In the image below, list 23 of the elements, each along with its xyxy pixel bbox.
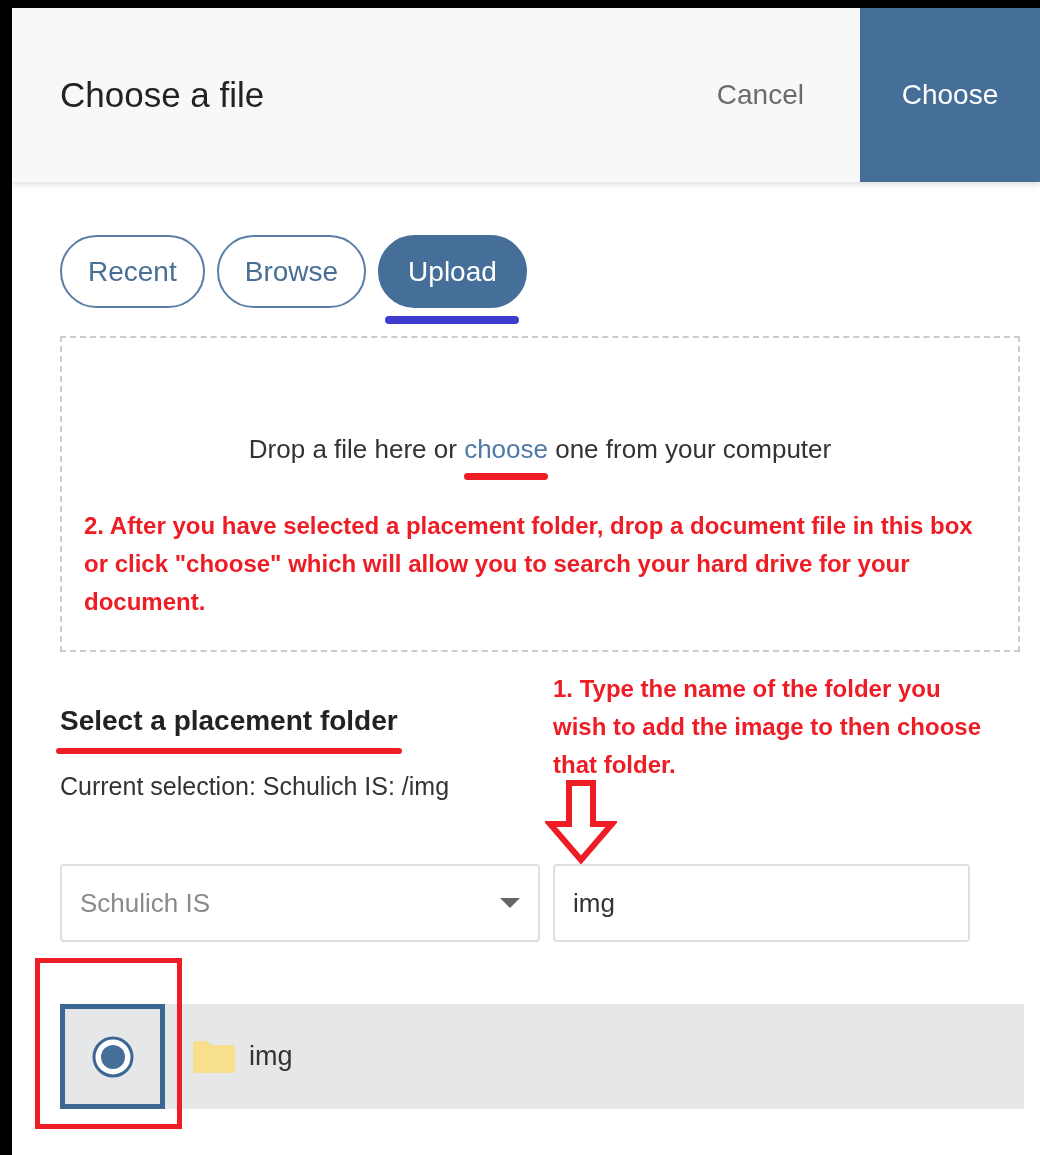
drop-instruction: Drop a file here or choose one from your computer [248,430,832,469]
down-arrow-icon [545,780,617,864]
folder-row[interactable]: img [60,1004,1024,1109]
tab[interactable]: Browse [216,235,367,308]
repository-select[interactable]: Schulich IS [60,864,540,942]
choose-button[interactable]: Choose [860,8,1040,182]
radio-button[interactable] [90,1034,135,1079]
select-value: Schulich IS [80,886,212,920]
folder-icon [193,1040,235,1073]
choose-link[interactable]: choose [464,434,548,464]
dialog-title: Choose a file [59,73,266,116]
tab[interactable]: Upload [378,235,527,308]
current-selection: Current selection: Schulich IS: /img [60,771,451,802]
annotation-note: 1. Type the name of the folder you wish to add the image to then choose that folder. [553,674,983,780]
radio-cell[interactable] [60,1004,165,1109]
folder-search-field[interactable]: img [553,864,970,942]
annotation-note: 2. After you have selected a placement folder, drop a document file in this box or click "choose" which will allow you to search your hard drive for your document. [83,511,974,617]
drop-zone[interactable] [60,336,1020,652]
tab[interactable]: Recent [60,235,205,308]
folder-name: img [249,1040,293,1074]
cancel-button[interactable]: Cancel [696,8,824,182]
dropdown-caret-icon [500,898,520,908]
section-heading: Select a placement folder [60,704,398,738]
